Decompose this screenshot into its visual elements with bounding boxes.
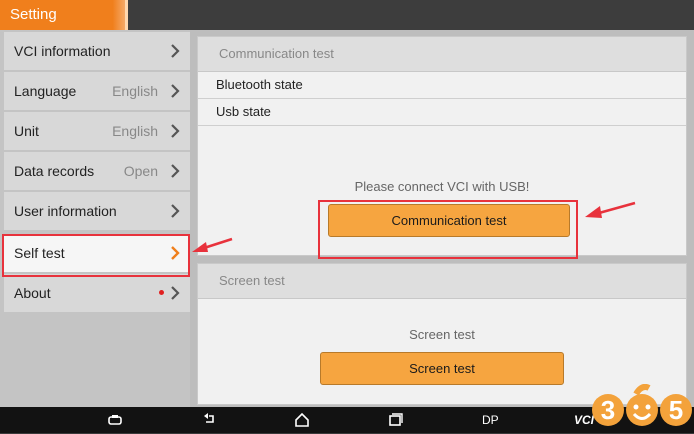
- home-icon[interactable]: [293, 411, 311, 429]
- annotation-highlight-box: [2, 234, 190, 277]
- communication-test-button[interactable]: Communication test: [328, 204, 570, 237]
- chevron-right-icon: [168, 204, 182, 218]
- chevron-right-icon: [168, 124, 182, 138]
- usb-state-row: Usb state: [198, 99, 686, 126]
- communication-test-panel: Communication test Bluetooth state Usb s…: [197, 36, 687, 259]
- sidebar-item-label: VCI information: [14, 43, 111, 59]
- annotation-arrow-icon: [192, 237, 233, 252]
- title-bar: Setting: [0, 0, 694, 30]
- sidebar-item-data-records[interactable]: Data records Open: [4, 152, 190, 190]
- recent-apps-icon[interactable]: [386, 411, 404, 429]
- bluetooth-state-row: Bluetooth state: [198, 72, 686, 99]
- sidebar-item-value: English: [112, 123, 158, 139]
- screenshot-icon[interactable]: [106, 411, 124, 429]
- back-icon[interactable]: [200, 411, 218, 429]
- panel-title: Communication test: [198, 37, 686, 72]
- notification-dot-icon: [159, 290, 164, 295]
- sidebar: VCI information Language English Unit En…: [0, 30, 190, 407]
- sidebar-item-unit[interactable]: Unit English: [4, 112, 190, 150]
- svg-text:3: 3: [601, 395, 615, 425]
- annotation-arrow-icon: [585, 201, 636, 218]
- chevron-right-icon: [168, 286, 182, 300]
- panel-title: Screen test: [198, 264, 686, 299]
- sidebar-item-label: User information: [14, 203, 117, 219]
- watermark-logo: 3 5: [592, 384, 692, 426]
- sidebar-item-vci-information[interactable]: VCI information: [4, 32, 190, 70]
- connection-hint: Please connect VCI with USB!: [354, 179, 530, 194]
- sidebar-item-label: Language: [14, 83, 77, 99]
- sidebar-item-label: Unit: [14, 123, 39, 139]
- screen-test-button[interactable]: Screen test: [320, 352, 564, 385]
- sidebar-item-user-information[interactable]: User information: [4, 192, 190, 230]
- chevron-right-icon: [168, 84, 182, 98]
- sidebar-item-language[interactable]: Language English: [4, 72, 190, 110]
- vci-status-button[interactable]: VCI: [574, 407, 594, 433]
- sidebar-item-about[interactable]: About: [4, 274, 190, 312]
- sidebar-item-label: About: [14, 285, 51, 301]
- chevron-right-icon: [168, 164, 182, 178]
- navigation-bar: DP VCI: [0, 407, 694, 433]
- sidebar-item-value: English: [112, 83, 158, 99]
- page-title: Setting: [0, 0, 128, 30]
- dp-button[interactable]: DP: [482, 407, 499, 433]
- screen-test-hint: Screen test: [409, 327, 475, 342]
- svg-text:5: 5: [669, 395, 683, 425]
- chevron-right-icon: [168, 44, 182, 58]
- sidebar-item-value: Open: [123, 163, 158, 179]
- sidebar-item-label: Data records: [14, 163, 95, 179]
